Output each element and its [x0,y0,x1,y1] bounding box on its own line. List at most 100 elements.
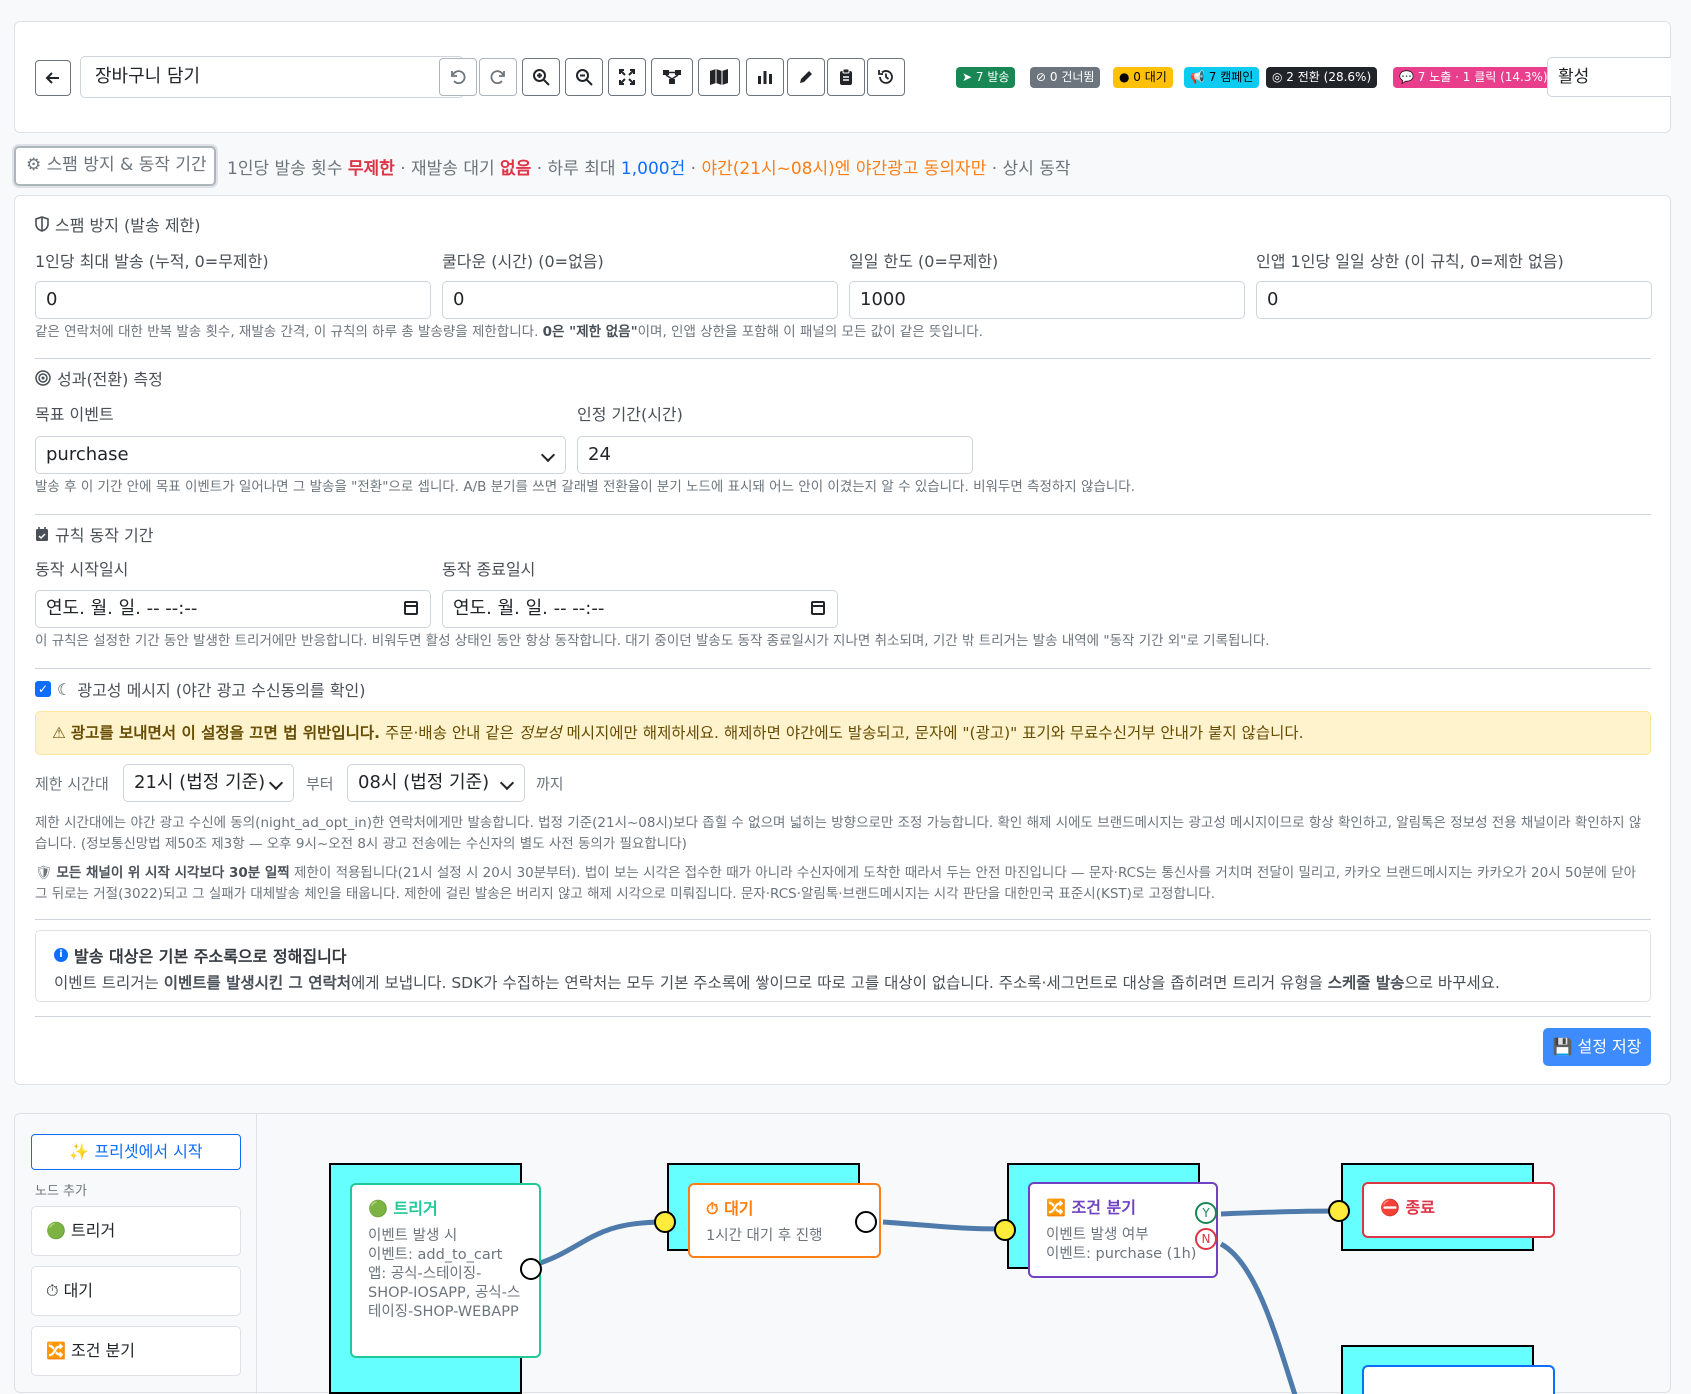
toolbar-card: 장바구니 담기 ➤ 7 발송 ⊘ 0 건너뜀 ● 0 대기 📢 7 캠페인 ◎ … [14,21,1671,133]
end-node[interactable]: ⛔ 종료 [1362,1182,1555,1238]
to-suffix: 까지 [536,775,564,793]
conversion-badge: ◎ 2 전환 (28.6%) [1266,67,1378,88]
rule-title-input[interactable]: 장바구니 담기 [80,56,464,98]
branch-no-port[interactable]: N [1195,1228,1217,1250]
moon-icon: ☾ [57,679,72,699]
target-info-text: 이벤트 트리거는 이벤트를 발생시킨 그 연락처에게 보냅니다. SDK가 수집… [54,974,1500,992]
redo-icon [490,70,505,85]
chevron-down-icon [499,775,515,791]
inapp-limit-input[interactable]: 0 [1256,281,1652,319]
wait-node[interactable]: ⏱ 대기 1시간 대기 후 진행 [688,1183,881,1258]
calendar-icon [404,601,418,615]
palette-branch[interactable]: 🔀 조건 분기 [31,1326,241,1376]
wait-output-port[interactable] [855,1211,877,1233]
status-select[interactable]: 활성 [1547,57,1671,97]
window-input[interactable]: 24 [577,436,973,474]
spam-settings-toggle[interactable]: ⚙ 스팸 방지 & 동작 기간 [14,146,216,186]
history-icon [878,70,893,84]
window-label: 인정 기간(시간) [577,405,683,424]
waiting-badge: ● 0 대기 [1113,67,1173,88]
period-section-title: 규칙 동작 기간 [35,522,154,546]
campaign-badge: 📢 7 캠페인 [1184,67,1260,88]
branch-input-port[interactable] [994,1219,1016,1241]
undo-button[interactable] [439,58,477,96]
target-info-title: i 발송 대상은 기본 주소록으로 정해집니다 [54,943,347,967]
ad-safety-help: 🛡 모든 채널이 위 시작 시각보다 30분 일찍 제한이 적용됩니다(21시 … [35,865,1637,902]
flow-canvas[interactable]: 🟢 트리거 이벤트 발생 시 이벤트: add_to_cart 앱: 공식-스테… [258,1114,1672,1394]
skipped-badge: ⊘ 0 건너뜀 [1030,67,1101,88]
node-palette: ✨ 프리셋에서 시작 노드 추가 🟢 트리거 ⏱ 대기 🔀 조건 분기 [15,1114,257,1394]
zoom-out-button[interactable] [565,58,603,96]
goal-event-select[interactable]: purchase [35,436,566,474]
edit-button[interactable] [787,58,825,96]
chevron-down-icon [540,447,556,463]
branch-node[interactable]: 🔀 조건 분기 이벤트 발생 여부 이벤트: purchase (1h) [1028,1182,1218,1278]
palette-trigger[interactable]: 🟢 트리거 [31,1206,241,1256]
chevron-down-icon [268,775,284,791]
max-send-input[interactable]: 0 [35,281,431,319]
impression-badge: 💬 7 노출 · 1 클릭 (14.3%) [1393,67,1554,88]
stats-button[interactable] [746,58,784,96]
edge-trigger-wait [530,1219,666,1269]
target-icon [35,370,51,386]
gear-icon: ⚙ [26,155,42,175]
zoom-out-icon [576,69,593,86]
fit-screen-button[interactable] [608,58,646,96]
period-help: 이 규칙은 설정한 기간 동안 발생한 트리거에만 반응합니다. 비워두면 활성… [35,633,1270,649]
range-from-select[interactable]: 21시 (법정 기준) [123,764,294,802]
daily-limit-label: 일일 한도 (0=무제한) [849,252,999,271]
edge-branch-end [1220,1208,1340,1217]
minimap-button[interactable] [698,58,740,96]
start-datetime-input[interactable]: 연도. 월. 일. -- --:-- [35,590,431,628]
end-label: 동작 종료일시 [442,560,536,579]
redo-button[interactable] [479,58,517,96]
daily-limit-input[interactable]: 1000 [849,281,1245,319]
end-input-port[interactable] [1328,1200,1350,1222]
map-icon [710,69,728,85]
palette-wait[interactable]: ⏱ 대기 [31,1266,241,1316]
divider [35,1016,1651,1017]
save-icon: 💾 [1552,1037,1573,1056]
back-button[interactable] [35,60,71,96]
wait-input-port[interactable] [654,1211,676,1233]
bar-chart-icon [758,71,772,84]
conversion-help: 발송 후 이 기간 안에 목표 이벤트가 일어나면 그 발송을 "전환"으로 셉… [35,479,1135,495]
ad-message-label: ☾ 광고성 메시지 (야간 광고 수신동의를 확인) [57,679,366,701]
clipboard-button[interactable] [827,58,865,96]
trigger-node[interactable]: 🟢 트리거 이벤트 발생 시 이벤트: add_to_cart 앱: 공식-스테… [350,1183,541,1358]
trigger-output-port[interactable] [520,1258,542,1280]
inapp-limit-label: 인앱 1인당 일일 상한 (이 규칙, 0=제한 없음) [1256,252,1564,271]
history-button[interactable] [867,58,905,96]
divider [35,919,1651,920]
start-from-preset-button[interactable]: ✨ 프리셋에서 시작 [31,1134,241,1170]
calendar-icon [811,601,825,615]
branch-yes-port[interactable]: Y [1195,1202,1217,1224]
edge-branch-no [1219,1241,1298,1394]
range-to-select[interactable]: 08시 (법정 기준) [347,764,525,802]
edge-wait-branch [882,1219,1006,1232]
shield-icon: 🛡 [35,865,53,881]
target-info-box: i 발송 대상은 기본 주소록으로 정해집니다 이벤트 트리거는 이벤트를 발생… [35,930,1651,1002]
lower-node[interactable] [1362,1365,1555,1394]
cooldown-input[interactable]: 0 [442,281,838,319]
end-datetime-input[interactable]: 연도. 월. 일. -- --:-- [442,590,838,628]
pen-icon [800,71,812,83]
arrow-left-icon [45,72,59,84]
save-settings-button[interactable]: 💾 설정 저장 [1543,1028,1651,1066]
cooldown-label: 쿨다운 (시간) (0=없음) [442,252,604,271]
calendar-check-icon [36,527,48,541]
warning-icon: ⚠ [52,724,66,742]
settings-summary: 1인당 발송 횟수 무제한 · 재발송 대기 없음 · 하루 최대 1,000건… [227,159,1071,179]
auto-layout-button[interactable] [651,58,693,96]
zoom-in-button[interactable] [522,58,560,96]
divider [35,514,1651,515]
clipboard-icon [840,68,852,85]
undo-icon [451,70,466,85]
sent-badge: ➤ 7 발송 [956,67,1016,88]
flow-builder: ✨ 프리셋에서 시작 노드 추가 🟢 트리거 ⏱ 대기 🔀 조건 분기 🟢 트리… [14,1113,1672,1394]
spam-help: 같은 연락처에 대한 반복 발송 횟수, 재발송 간격, 이 규칙의 하루 총 … [35,324,983,340]
auto-layout-icon [663,70,681,84]
shield-icon [35,216,49,232]
divider [35,668,1651,669]
ad-message-checkbox[interactable]: ✓ [35,681,51,697]
